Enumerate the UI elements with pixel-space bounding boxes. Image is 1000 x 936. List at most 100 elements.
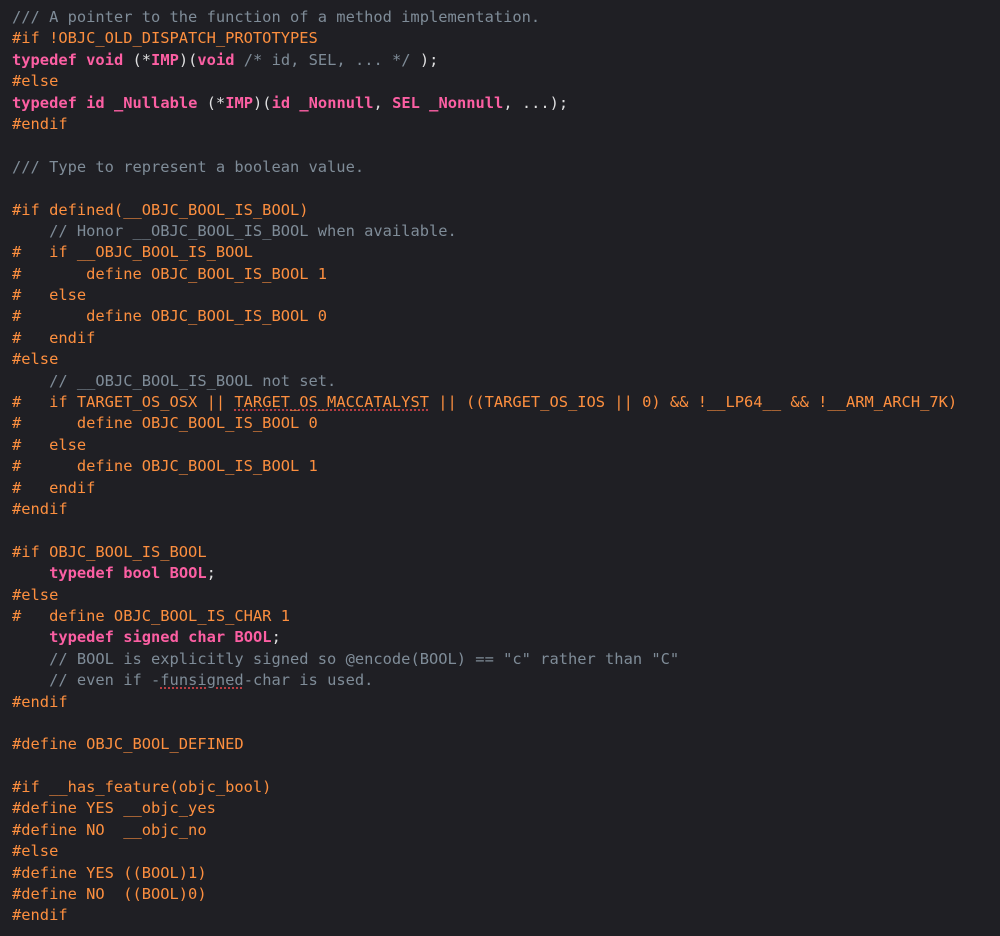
code-line[interactable]: #define YES ((BOOL)1) [12, 863, 1000, 884]
code-token-pp: # endif [12, 328, 96, 347]
code-line[interactable]: // Honor __OBJC_BOOL_IS_BOOL when availa… [12, 221, 1000, 242]
code-line[interactable]: # if __OBJC_BOOL_IS_BOOL [12, 242, 1000, 263]
code-token-keyword: _Nonnull [429, 93, 504, 112]
code-token-plain: ); [410, 50, 439, 69]
code-token-keyword: _Nullable [113, 93, 198, 112]
code-token-comment: // __OBJC_BOOL_IS_BOOL not set. [49, 371, 337, 390]
code-token-pp: #define NO ((BOOL)0) [12, 885, 207, 904]
code-line[interactable]: #else [12, 71, 1000, 92]
code-line[interactable]: typedef id _Nullable (*IMP)(id _Nonnull,… [12, 93, 1000, 114]
code-token-pp: #endif [12, 114, 68, 133]
code-line[interactable]: // __OBJC_BOOL_IS_BOOL not set. [12, 371, 1000, 392]
code-line[interactable]: typedef signed char BOOL; [12, 627, 1000, 648]
code-token-plain: ; [271, 628, 281, 647]
code-line[interactable]: #else [12, 349, 1000, 370]
code-line[interactable]: #endif [12, 499, 1000, 520]
code-line[interactable] [12, 520, 1000, 541]
code-line[interactable]: # define OBJC_BOOL_IS_CHAR 1 [12, 606, 1000, 627]
code-token-pp: # else [12, 286, 87, 305]
code-token-plain: , ...); [503, 93, 569, 112]
code-line[interactable]: # endif [12, 478, 1000, 499]
code-token-pp: #else [12, 585, 59, 604]
code-token-pp: #endif [12, 499, 68, 518]
code-token-plain: )( [253, 93, 272, 112]
code-token-pp: #if !OBJC_OLD_DISPATCH_PROTOTYPES [12, 29, 318, 48]
code-token-comment: // even if - [49, 671, 161, 690]
code-token-pp: # define OBJC_BOOL_IS_BOOL 1 [12, 264, 328, 283]
code-line[interactable]: # endif [12, 328, 1000, 349]
code-token-pp: # define OBJC_BOOL_IS_CHAR 1 [12, 606, 290, 625]
code-editor[interactable]: /// A pointer to the function of a metho… [0, 0, 1000, 936]
code-line[interactable]: // even if -funsigned-char is used. [12, 670, 1000, 691]
code-line[interactable]: #if defined(__OBJC_BOOL_IS_BOOL) [12, 200, 1000, 221]
code-token-keyword: IMP [151, 50, 179, 69]
code-token-keyword: typedef [12, 50, 77, 69]
code-token-comment: /* id, SEL, ... */ [243, 50, 411, 69]
code-token-keyword: void [86, 50, 124, 69]
code-token-keyword: id [86, 93, 105, 112]
code-line[interactable] [12, 135, 1000, 156]
code-line[interactable]: # if TARGET_OS_OSX || TARGET_OS_MACCATAL… [12, 392, 1000, 413]
code-line[interactable]: # define OBJC_BOOL_IS_BOOL 0 [12, 306, 1000, 327]
code-line[interactable]: #define YES __objc_yes [12, 798, 1000, 819]
code-line[interactable]: #if __has_feature(objc_bool) [12, 777, 1000, 798]
code-token-pp: # define OBJC_BOOL_IS_BOOL 0 [12, 414, 318, 433]
code-token-keyword: _Nonnull [299, 93, 374, 112]
code-token-pp: #define YES ((BOOL)1) [12, 863, 207, 882]
code-token-plain: (* [123, 50, 152, 69]
code-line[interactable]: # define OBJC_BOOL_IS_BOOL 1 [12, 456, 1000, 477]
code-token-keyword: SEL [392, 93, 420, 112]
code-line[interactable]: #endif [12, 114, 1000, 135]
code-line[interactable]: #endif [12, 905, 1000, 926]
code-line[interactable]: # else [12, 435, 1000, 456]
code-line[interactable]: typedef bool BOOL; [12, 563, 1000, 584]
code-token-pp: #endif [12, 906, 68, 925]
code-token-pp: # endif [12, 478, 96, 497]
code-line[interactable]: // BOOL is explicitly signed so @encode(… [12, 649, 1000, 670]
code-lines[interactable]: /// A pointer to the function of a metho… [12, 7, 1000, 927]
code-line[interactable]: #define NO ((BOOL)0) [12, 884, 1000, 905]
code-line[interactable]: #if OBJC_BOOL_IS_BOOL [12, 542, 1000, 563]
code-line[interactable]: #else [12, 841, 1000, 862]
code-token-pp: #if defined(__OBJC_BOOL_IS_BOOL) [12, 200, 309, 219]
code-line[interactable]: # else [12, 285, 1000, 306]
code-token-pp: # else [12, 435, 87, 454]
code-token-keyword: char [188, 628, 226, 647]
code-line[interactable]: # define OBJC_BOOL_IS_BOOL 1 [12, 264, 1000, 285]
code-line[interactable] [12, 713, 1000, 734]
code-line[interactable] [12, 178, 1000, 199]
code-line[interactable]: #define NO __objc_no [12, 820, 1000, 841]
code-line[interactable]: typedef void (*IMP)(void /* id, SEL, ...… [12, 50, 1000, 71]
code-token-pp: # define OBJC_BOOL_IS_BOOL 0 [12, 307, 328, 326]
code-token-keyword: signed [123, 628, 179, 647]
code-token-comment: // Honor __OBJC_BOOL_IS_BOOL when availa… [49, 221, 457, 240]
code-line[interactable]: /// Type to represent a boolean value. [12, 157, 1000, 178]
code-token-pp: # if __OBJC_BOOL_IS_BOOL [12, 243, 253, 262]
code-token-pp: #if __has_feature(objc_bool) [12, 778, 272, 797]
code-token-keyword: typedef [12, 93, 77, 112]
code-line[interactable]: #if !OBJC_OLD_DISPATCH_PROTOTYPES [12, 28, 1000, 49]
code-line[interactable] [12, 756, 1000, 777]
code-token-pp: # define OBJC_BOOL_IS_BOOL 1 [12, 457, 318, 476]
code-token-keyword: id [271, 93, 291, 112]
code-token-pp: #else [12, 350, 59, 369]
code-token-plain: )( [178, 50, 198, 69]
code-line[interactable]: /// A pointer to the function of a metho… [12, 7, 1000, 28]
code-line[interactable]: #define OBJC_BOOL_DEFINED [12, 734, 1000, 755]
code-line[interactable]: #else [12, 585, 1000, 606]
code-token-keyword: void [197, 50, 235, 69]
code-line[interactable]: #endif [12, 692, 1000, 713]
code-line[interactable]: # define OBJC_BOOL_IS_BOOL 0 [12, 413, 1000, 434]
code-token-pp: #define NO __objc_no [12, 820, 207, 839]
